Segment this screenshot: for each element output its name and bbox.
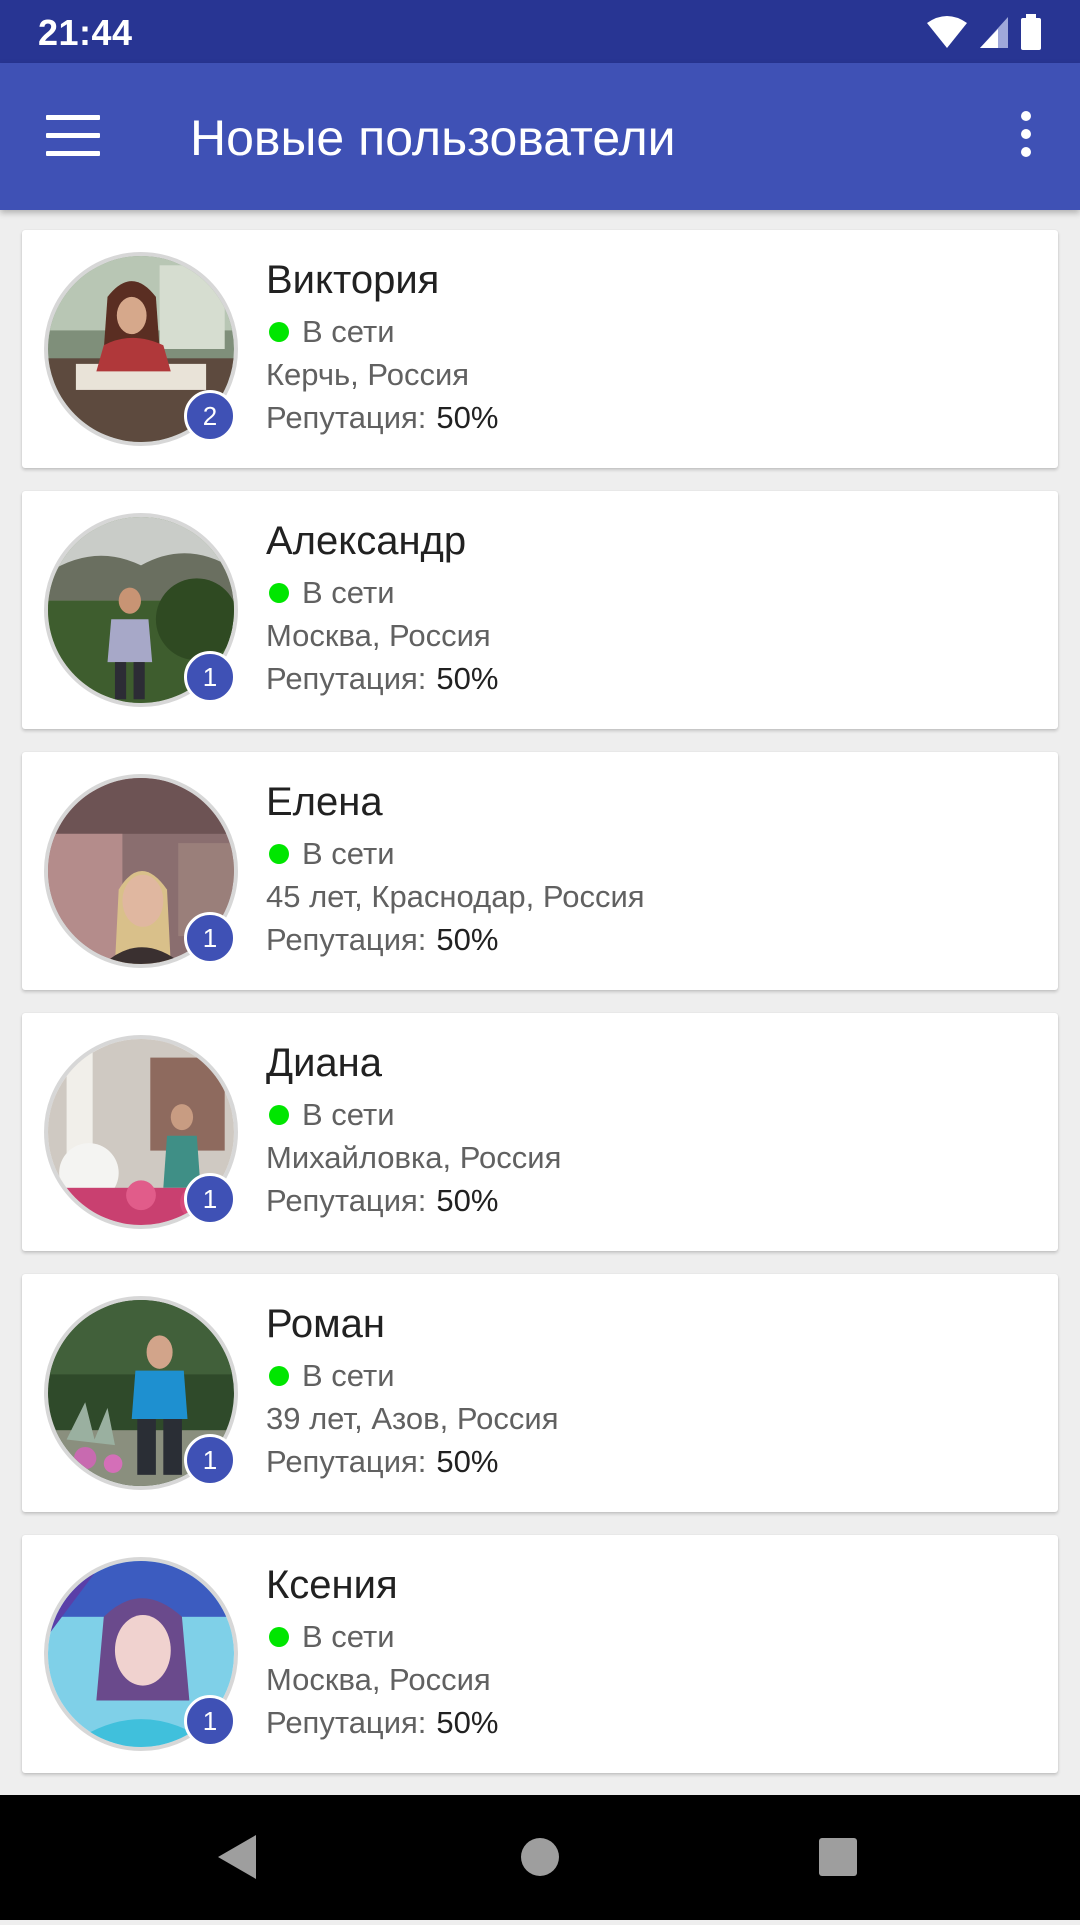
user-reputation: Репутация: 50% <box>266 1705 498 1741</box>
online-dot-icon <box>269 322 289 342</box>
home-icon <box>521 1838 559 1876</box>
reputation-value: 50% <box>436 1705 499 1740</box>
photo-count-badge: 2 <box>184 390 236 442</box>
user-reputation: Репутация: 50% <box>266 922 498 958</box>
online-dot-icon <box>269 583 289 603</box>
menu-icon[interactable] <box>46 115 100 157</box>
user-name: Виктория <box>266 258 440 302</box>
status-text: В сети <box>302 314 395 349</box>
back-button[interactable] <box>178 1795 298 1920</box>
user-card[interactable]: 1 Александр В сети Москва, Россия Репута… <box>22 491 1058 729</box>
online-dot-icon <box>269 1105 289 1125</box>
back-icon <box>218 1835 256 1879</box>
online-dot-icon <box>269 844 289 864</box>
user-location: 39 лет, Азов, Россия <box>266 1401 559 1436</box>
reputation-label: Репутация: <box>266 661 427 696</box>
photo-count-badge: 1 <box>184 651 236 703</box>
user-name: Александр <box>266 519 467 563</box>
status-text: В сети <box>302 1358 395 1393</box>
online-status: В сети <box>266 1097 395 1133</box>
user-name: Диана <box>266 1041 383 1085</box>
home-button[interactable] <box>480 1795 600 1920</box>
user-reputation: Репутация: 50% <box>266 1183 498 1219</box>
navigation-bar <box>0 1795 1080 1920</box>
online-status: В сети <box>266 1358 395 1394</box>
more-options-icon[interactable] <box>996 105 1056 171</box>
reputation-value: 50% <box>436 922 499 957</box>
app-bar: Новые пользователи <box>0 63 1080 210</box>
cell-signal-icon <box>980 17 1008 48</box>
recents-button[interactable] <box>778 1795 898 1920</box>
reputation-value: 50% <box>436 1183 499 1218</box>
page-title: Новые пользователи <box>190 110 676 166</box>
user-name: Ксения <box>266 1563 398 1607</box>
online-status: В сети <box>266 314 395 350</box>
status-text: В сети <box>302 1097 395 1132</box>
online-dot-icon <box>269 1366 289 1386</box>
photo-count-badge: 1 <box>184 1434 236 1486</box>
user-location: Москва, Россия <box>266 618 491 653</box>
online-status: В сети <box>266 1619 395 1655</box>
user-name: Роман <box>266 1302 386 1346</box>
reputation-label: Репутация: <box>266 1705 427 1740</box>
reputation-label: Репутация: <box>266 400 427 435</box>
user-card[interactable]: 2 Виктория В сети Керчь, Россия Репутаци… <box>22 230 1058 468</box>
user-location: 45 лет, Краснодар, Россия <box>266 879 645 914</box>
online-dot-icon <box>269 1627 289 1647</box>
reputation-value: 50% <box>436 400 499 435</box>
user-card[interactable]: 1 Диана В сети Михайловка, Россия Репута… <box>22 1013 1058 1251</box>
online-status: В сети <box>266 575 395 611</box>
status-icons <box>926 14 1042 50</box>
photo-count-badge: 1 <box>184 1173 236 1225</box>
photo-count-badge: 1 <box>184 1695 236 1747</box>
user-name: Елена <box>266 780 383 824</box>
status-time: 21:44 <box>38 12 133 53</box>
reputation-label: Репутация: <box>266 1444 427 1479</box>
user-reputation: Репутация: 50% <box>266 1444 498 1480</box>
status-bar: 21:44 <box>0 0 1080 63</box>
user-location: Михайловка, Россия <box>266 1140 562 1175</box>
user-reputation: Репутация: 50% <box>266 400 498 436</box>
reputation-label: Репутация: <box>266 1183 427 1218</box>
user-location: Москва, Россия <box>266 1662 491 1697</box>
status-text: В сети <box>302 836 395 871</box>
user-location: Керчь, Россия <box>266 357 470 392</box>
status-text: В сети <box>302 1619 395 1654</box>
wifi-icon <box>927 16 967 48</box>
online-status: В сети <box>266 836 395 872</box>
reputation-value: 50% <box>436 1444 499 1479</box>
battery-icon <box>1021 14 1041 50</box>
user-card[interactable]: 1 Роман В сети 39 лет, Азов, Россия Репу… <box>22 1274 1058 1512</box>
recents-icon <box>819 1838 857 1876</box>
reputation-label: Репутация: <box>266 922 427 957</box>
photo-count-badge: 1 <box>184 912 236 964</box>
reputation-value: 50% <box>436 661 499 696</box>
user-card[interactable]: 1 Ксения В сети Москва, Россия Репутация… <box>22 1535 1058 1773</box>
status-text: В сети <box>302 575 395 610</box>
user-list[interactable]: 2 Виктория В сети Керчь, Россия Репутаци… <box>0 210 1080 1795</box>
user-card[interactable]: 1 Елена В сети 45 лет, Краснодар, Россия… <box>22 752 1058 990</box>
user-reputation: Репутация: 50% <box>266 661 498 697</box>
